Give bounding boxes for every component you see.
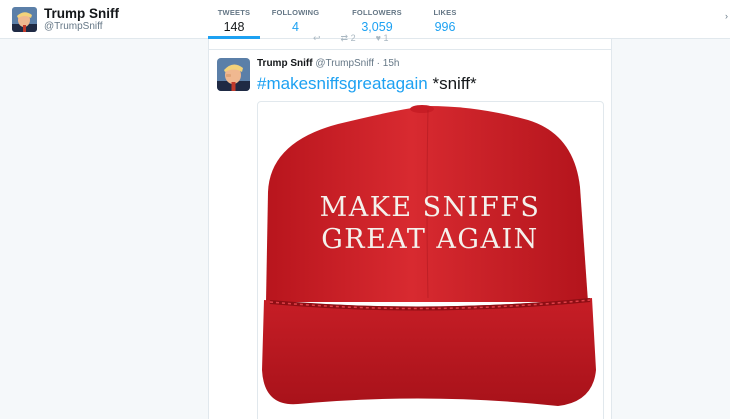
stat-label: FOLLOWING — [271, 8, 320, 17]
tweet-avatar[interactable] — [217, 58, 250, 91]
stat-likes[interactable]: LIKES 996 — [420, 0, 470, 39]
avatar[interactable] — [12, 7, 37, 32]
tweet-author-handle[interactable]: @TrumpSniff — [315, 58, 374, 69]
stat-value: 148 — [223, 20, 245, 34]
tweet-header: Trump Sniff @TrumpSniff · 15h — [257, 58, 601, 70]
stat-label: TWEETS — [217, 8, 251, 17]
tweet-timestamp[interactable]: 15h — [383, 58, 400, 69]
hat-text-line2: GREAT AGAIN — [321, 224, 539, 255]
tweet-author-name[interactable]: Trump Sniff — [257, 58, 313, 69]
profile-name[interactable]: Trump Sniff — [44, 7, 119, 21]
stat-value: 3,059 — [361, 20, 393, 34]
previous-tweet-footer: ↩ ⇄ 2 ♥ 1 — [209, 33, 611, 50]
stat-tweets[interactable]: TWEETS 148 — [208, 0, 260, 39]
timeline: ↩ ⇄ 2 ♥ 1 Trump Sniff @TrumpSniff · 15h … — [208, 33, 612, 419]
red-hat-image: MAKE SNIFFS GREAT AGAIN — [262, 105, 596, 406]
stat-value: 996 — [434, 20, 456, 34]
like-icon[interactable]: ♥ 1 — [376, 33, 389, 44]
profile-photo-icon — [217, 58, 250, 91]
tweet-media-image[interactable]: MAKE SNIFFS GREAT AGAIN — [257, 101, 604, 419]
hat-text-line1: MAKE SNIFFS — [320, 192, 541, 223]
retweet-icon[interactable]: ⇄ 2 — [341, 33, 356, 44]
stat-value: 4 — [292, 20, 299, 34]
profile-handle: @TrumpSniff — [44, 20, 103, 32]
reply-icon[interactable]: ↩ — [313, 33, 321, 44]
stat-label: FOLLOWERS — [352, 8, 402, 17]
tweet[interactable]: Trump Sniff @TrumpSniff · 15h #makesniff… — [209, 50, 611, 419]
hashtag-link[interactable]: #makesniffsgreatagain — [257, 74, 428, 93]
profile-mini-card[interactable]: Trump Sniff @TrumpSniff — [12, 7, 119, 32]
tweet-body-text: *sniff* — [427, 74, 477, 93]
tweet-separator: · — [376, 58, 380, 69]
profile-photo-icon — [12, 7, 37, 32]
tweet-text: #makesniffsgreatagain *sniff* — [257, 73, 601, 95]
stat-label: LIKES — [433, 8, 457, 17]
overflow-icon[interactable]: › — [725, 11, 728, 21]
previous-tweet-actions: ↩ ⇄ 2 ♥ 1 — [313, 33, 408, 44]
